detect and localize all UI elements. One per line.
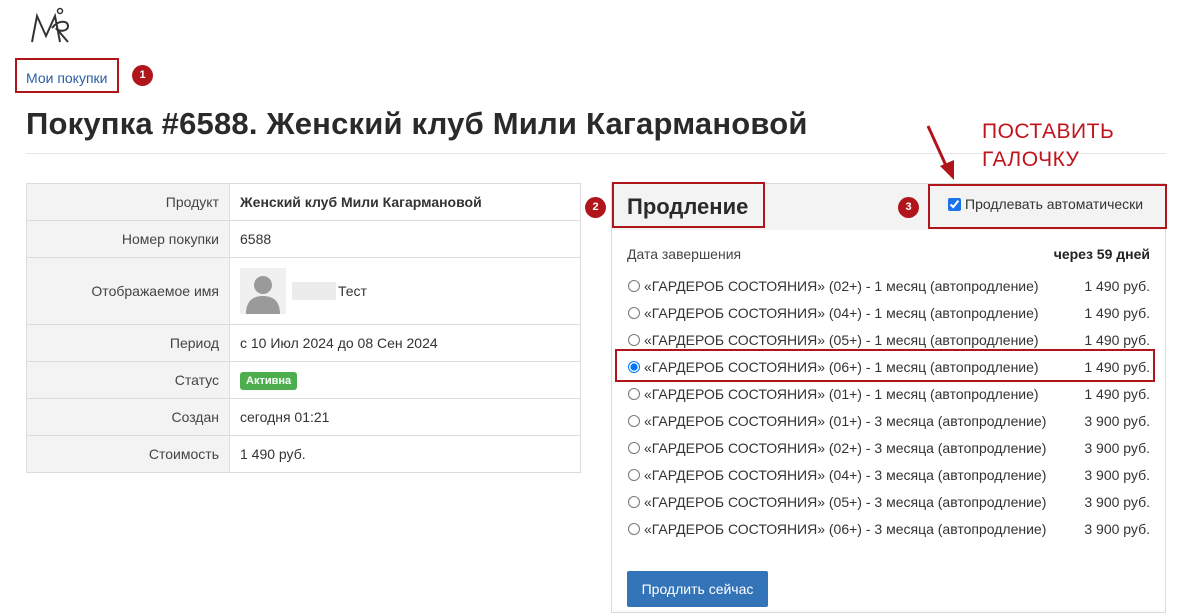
step-badge-2: 2 [585,197,606,218]
renewal-option-radio[interactable] [628,333,640,346]
renewal-option-price: 1 490 руб. [1084,331,1150,348]
end-date-row: Дата завершения через 59 дней [627,246,1150,262]
purchase-details-table: Продукт Женский клуб Мили Кагармановой Н… [26,183,581,473]
renewal-option-price: 3 900 руб. [1084,466,1150,483]
detail-value-status: Активна [229,361,581,399]
detail-label: Стоимость [26,435,230,473]
avatar-icon [240,268,286,314]
renewal-option-radio[interactable] [628,279,640,292]
renewal-option[interactable]: «ГАРДЕРОБ СОСТОЯНИЯ» (04+) - 1 месяц (ав… [627,299,1150,326]
renewal-option-label: «ГАРДЕРОБ СОСТОЯНИЯ» (02+) - 3 месяца (а… [644,439,1047,456]
detail-value-period: с 10 Июл 2024 до 08 Сен 2024 [229,324,581,362]
selected-option-highlight [615,349,1155,382]
detail-label: Период [26,324,230,362]
renewal-option[interactable]: «ГАРДЕРОБ СОСТОЯНИЯ» (01+) - 3 месяца (а… [627,407,1150,434]
renewal-option-price: 3 900 руб. [1084,412,1150,429]
renewal-option-price: 1 490 руб. [1084,277,1150,294]
end-date-label: Дата завершения [627,246,742,262]
renewal-option-radio[interactable] [628,306,640,319]
step-badge-1: 1 [132,65,153,86]
instruction-line-1: ПОСТАВИТЬ [982,120,1115,143]
auto-renew-label: Продлевать автоматически [965,196,1144,212]
renew-now-button[interactable]: Продлить сейчас [627,571,768,607]
renewal-option[interactable]: «ГАРДЕРОБ СОСТОЯНИЯ» (04+) - 3 месяца (а… [627,461,1150,488]
detail-label: Номер покупки [26,220,230,258]
detail-value-created: сегодня 01:21 [229,398,581,436]
detail-label: Статус [26,361,230,399]
instruction-line-2: ГАЛОЧКУ [982,148,1080,171]
detail-value-cost: 1 490 руб. [229,435,581,473]
renewal-option-label: «ГАРДЕРОБ СОСТОЯНИЯ» (02+) - 1 месяц (ав… [644,277,1039,294]
display-name-text: Тест [338,283,367,299]
renewal-option-label: «ГАРДЕРОБ СОСТОЯНИЯ» (04+) - 3 месяца (а… [644,466,1047,483]
renewal-option[interactable]: «ГАРДЕРОБ СОСТОЯНИЯ» (02+) - 1 месяц (ав… [627,272,1150,299]
renewal-option-label: «ГАРДЕРОБ СОСТОЯНИЯ» (04+) - 1 месяц (ав… [644,304,1039,321]
user-identity: Тест [240,268,570,314]
renewal-option-radio[interactable] [628,468,640,481]
detail-row-number: Номер покупки 6588 [26,220,581,258]
renewal-title: Продление [627,194,749,219]
end-date-value: через 59 дней [1053,246,1150,262]
renewal-option-label: «ГАРДЕРОБ СОСТОЯНИЯ» (05+) - 3 месяца (а… [644,493,1047,510]
detail-row-product: Продукт Женский клуб Мили Кагармановой [26,183,581,221]
auto-renew-toggle[interactable]: Продлевать автоматически [948,196,1143,212]
status-badge: Активна [240,371,298,390]
detail-label: Продукт [26,183,230,221]
renewal-option[interactable]: «ГАРДЕРОБ СОСТОЯНИЯ» (01+) - 1 месяц (ав… [627,380,1150,407]
detail-value-product: Женский клуб Мили Кагармановой [240,194,482,210]
renewal-option-price: 3 900 руб. [1084,493,1150,510]
detail-row-display-name: Отображаемое имя Тест [26,257,581,325]
renewal-option-label: «ГАРДЕРОБ СОСТОЯНИЯ» (05+) - 1 месяц (ав… [644,331,1039,348]
renewal-option-radio[interactable] [628,441,640,454]
renewal-option[interactable]: «ГАРДЕРОБ СОСТОЯНИЯ» (05+) - 3 месяца (а… [627,488,1150,515]
renewal-option-radio[interactable] [628,495,640,508]
renewal-option-radio[interactable] [628,414,640,427]
redacted-name [292,282,336,300]
renewal-option-radio[interactable] [628,522,640,535]
page-title: Покупка #6588. Женский клуб Мили Кагарма… [26,106,808,141]
renewal-option[interactable]: «ГАРДЕРОБ СОСТОЯНИЯ» (06+) - 3 месяца (а… [627,515,1150,542]
detail-row-period: Период с 10 Июл 2024 до 08 Сен 2024 [26,324,581,362]
renewal-option-label: «ГАРДЕРОБ СОСТОЯНИЯ» (01+) - 3 месяца (а… [644,412,1047,429]
step-badge-3: 3 [898,197,919,218]
instruction-note: ПОСТАВИТЬ ГАЛОЧКУ [982,118,1152,174]
renewal-options-list: «ГАРДЕРОБ СОСТОЯНИЯ» (02+) - 1 месяц (ав… [627,272,1150,542]
renewal-option-price: 1 490 руб. [1084,385,1150,402]
detail-row-cost: Стоимость 1 490 руб. [26,435,581,473]
brand-logo [31,7,70,43]
renewal-option-price: 3 900 руб. [1084,439,1150,456]
auto-renew-checkbox[interactable] [948,197,961,211]
renewal-option-radio[interactable] [628,387,640,400]
detail-row-created: Создан сегодня 01:21 [26,398,581,436]
detail-label: Отображаемое имя [26,257,230,325]
renewal-option-price: 3 900 руб. [1084,520,1150,537]
detail-label: Создан [26,398,230,436]
breadcrumb-my-purchases-link[interactable]: Мои покупки [26,70,108,86]
detail-value-display-name: Тест [229,257,581,325]
detail-value-number: 6588 [229,220,581,258]
detail-row-status: Статус Активна [26,361,581,399]
arrow-icon [926,125,954,180]
renewal-option[interactable]: «ГАРДЕРОБ СОСТОЯНИЯ» (02+) - 3 месяца (а… [627,434,1150,461]
renewal-option-label: «ГАРДЕРОБ СОСТОЯНИЯ» (06+) - 3 месяца (а… [644,520,1047,537]
renewal-option-label: «ГАРДЕРОБ СОСТОЯНИЯ» (01+) - 1 месяц (ав… [644,385,1039,402]
renewal-option-price: 1 490 руб. [1084,304,1150,321]
